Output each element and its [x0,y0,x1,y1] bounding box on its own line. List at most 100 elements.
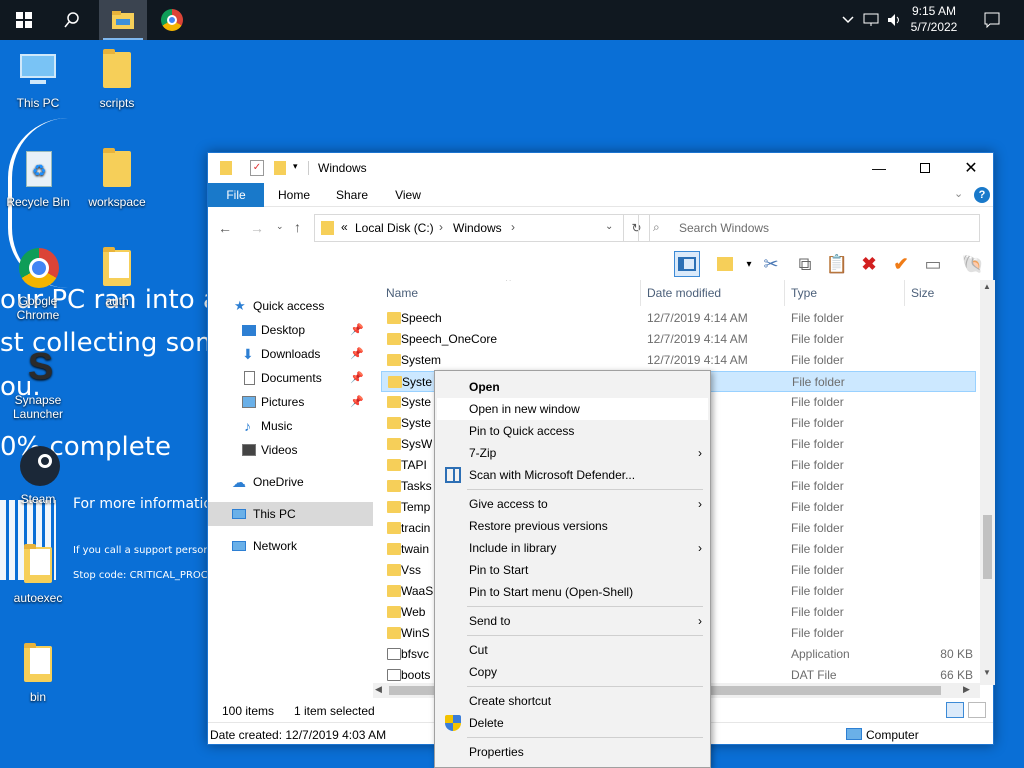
rename-icon[interactable]: ▭ [920,251,946,277]
open-shell-icon[interactable]: 🐚 [960,251,986,277]
desktop-icon-bin[interactable]: bin [0,642,76,704]
expand-ribbon-chevron-icon[interactable]: ⌄ [954,187,963,200]
tab-file[interactable]: File [208,183,264,207]
menu-label: Pin to Quick access [469,424,575,438]
address-dropdown-chevron-icon[interactable]: ⌄ [605,221,613,232]
menu-item-give-access[interactable]: Give access to › [437,493,708,515]
menu-item-send-to[interactable]: Send to › [437,610,708,632]
desktop-icon-synapse-launcher[interactable]: S Synapse Launcher [0,345,76,421]
table-row[interactable]: Speech_OneCore 12/7/2019 4:14 AM File fold… [381,329,976,350]
table-row[interactable]: Speech 12/7/2019 4:14 AM File folder [381,308,976,329]
pin-icon[interactable]: 📌 [350,318,364,342]
nav-videos[interactable]: Videos [208,438,373,462]
nav-downloads[interactable]: ⬇ Downloads 📌 [208,342,373,366]
tab-view[interactable]: View [384,183,432,207]
nav-network[interactable]: Network [208,534,373,558]
action-center-button[interactable] [978,0,1006,40]
start-button[interactable] [0,0,48,40]
search-button[interactable] [48,0,96,40]
pin-icon[interactable]: 📌 [350,390,364,414]
scroll-down-arrow-icon[interactable]: ▼ [983,668,991,677]
breadcrumb-local-disk[interactable]: Local Disk (C:) [355,221,434,235]
nav-quick-access[interactable]: ★ Quick access [208,294,373,318]
nav-onedrive[interactable]: ☁ OneDrive [208,470,373,494]
tab-home[interactable]: Home [270,183,318,207]
view-options-icon[interactable] [712,251,738,277]
vertical-scrollbar[interactable]: ▲ ▼ [980,280,995,685]
desktop-icon-workspace[interactable]: workspace [79,147,155,209]
up-button[interactable]: ↑ [294,219,301,235]
menu-item-pin-quick-access[interactable]: Pin to Quick access [437,420,708,442]
menu-item-copy[interactable]: Copy [437,661,708,683]
new-folder-quick-icon[interactable] [274,161,286,175]
nav-this-pc[interactable]: This PC [208,502,373,526]
menu-item-7zip[interactable]: 7-Zip › [437,442,708,464]
properties-quick-icon[interactable]: ✓ [250,160,264,176]
menu-item-pin-start-open-shell[interactable]: Pin to Start menu (Open-Shell) [437,581,708,603]
search-box[interactable]: ⌕ Search Windows [638,214,980,242]
back-button[interactable]: ← [218,220,232,236]
cut-icon[interactable]: ✂ [758,251,784,277]
tray-overflow-chevron[interactable] [838,0,858,40]
column-header-size[interactable]: Size [911,280,971,306]
tray-network[interactable] [860,0,882,40]
navigation-pane-toggle-icon[interactable] [674,251,700,277]
tray-volume[interactable] [884,0,906,40]
menu-item-open-new-window[interactable]: Open in new window [437,398,708,420]
table-row[interactable]: System 12/7/2019 4:14 AM File folder [381,350,976,371]
tray-clock[interactable]: 9:15 AM 5/7/2022 [904,3,964,35]
delete-icon[interactable]: ✖ [856,251,882,277]
close-button[interactable]: ✕ [948,153,994,183]
scroll-thumb[interactable] [983,515,992,579]
desktop-icon-this-pc[interactable]: This PC [0,48,76,110]
copy-icon[interactable]: ⧉ [792,251,818,277]
menu-item-scan-defender[interactable]: Scan with Microsoft Defender... [437,464,708,486]
column-separator[interactable] [904,280,905,306]
nav-music[interactable]: ♪ Music [208,414,373,438]
help-icon[interactable]: ? [974,187,990,203]
maximize-button[interactable] [902,153,948,183]
column-header-date-modified[interactable]: Date modified [647,280,777,306]
menu-item-create-shortcut[interactable]: Create shortcut [437,690,708,712]
details-view-icon[interactable] [946,702,964,718]
menu-item-cut[interactable]: Cut [437,639,708,661]
menu-item-include-library[interactable]: Include in library › [437,537,708,559]
recent-locations-chevron-icon[interactable]: ⌄ [276,221,284,232]
nav-pictures[interactable]: Pictures 📌 [208,390,373,414]
desktop-icon-autoexec[interactable]: autoexec [0,543,76,605]
properties-check-icon[interactable]: ✔ [888,251,914,277]
menu-item-open[interactable]: Open [437,376,708,398]
scroll-left-arrow-icon[interactable]: ◀ [375,684,382,695]
address-bar[interactable]: « Local Disk (C:) › Windows › ⌄ [314,214,624,242]
nav-desktop[interactable]: Desktop 📌 [208,318,373,342]
column-header-name[interactable]: Name [386,280,636,306]
desktop-icon-auth[interactable]: auth [79,246,155,308]
maximize-icon [920,163,930,173]
desktop-icon-recycle-bin[interactable]: ♻ Recycle Bin [0,147,76,209]
desktop-icon-scripts[interactable]: scripts [79,48,155,110]
menu-item-delete[interactable]: Delete [437,712,708,734]
scroll-right-arrow-icon[interactable]: ▶ [963,684,970,695]
pin-icon[interactable]: 📌 [350,366,364,390]
column-separator[interactable] [784,280,785,306]
taskbar-chrome[interactable] [148,0,196,40]
tab-share[interactable]: Share [328,183,376,207]
minimize-button[interactable]: — [856,153,902,183]
large-icons-view-icon[interactable] [968,702,986,718]
column-header-type[interactable]: Type [791,280,901,306]
breadcrumb-windows[interactable]: Windows [453,221,502,235]
column-separator[interactable] [640,280,641,306]
customize-qat-chevron-icon[interactable]: ▾ [293,161,298,172]
taskbar-file-explorer[interactable] [99,0,147,40]
paste-icon[interactable]: 📋 [824,251,850,277]
forward-button[interactable]: → [250,220,264,236]
scroll-up-arrow-icon[interactable]: ▲ [983,282,991,291]
title-bar[interactable]: ✓ ▾ Windows — ✕ [208,153,993,183]
pin-icon[interactable]: 📌 [350,342,364,366]
menu-item-pin-start[interactable]: Pin to Start [437,559,708,581]
desktop-icon-google-chrome[interactable]: Google Chrome [0,246,76,322]
menu-item-properties[interactable]: Properties [437,741,708,763]
menu-item-restore-versions[interactable]: Restore previous versions [437,515,708,537]
desktop-icon-steam[interactable]: Steam [0,444,76,506]
nav-documents[interactable]: Documents 📌 [208,366,373,390]
